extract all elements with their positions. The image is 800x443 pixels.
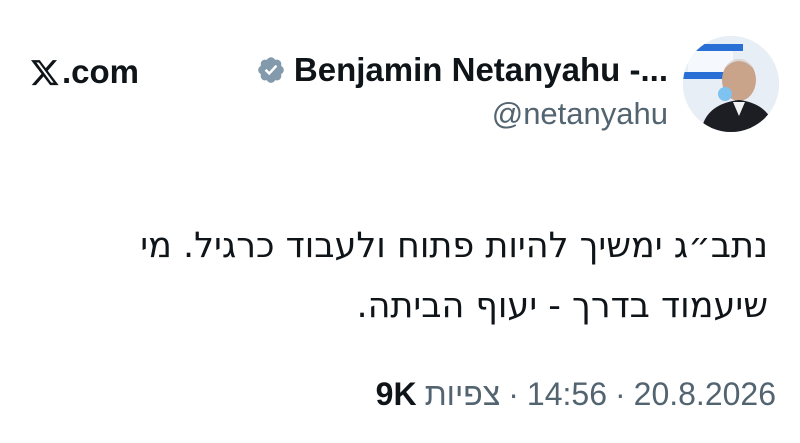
tweet-header: Benjamin Netanyahu -... @netanyahu bbox=[256, 50, 668, 134]
avatar-image bbox=[683, 36, 779, 132]
verified-badge-icon bbox=[258, 57, 284, 83]
tweet-date[interactable]: 20.8.2026 bbox=[634, 374, 776, 414]
x-logo-icon bbox=[31, 60, 59, 86]
views-label: צפיות bbox=[424, 376, 501, 412]
author-display-name[interactable]: Benjamin Netanyahu -... bbox=[294, 50, 668, 90]
meta-separator: · bbox=[614, 376, 626, 412]
meta-separator: · bbox=[508, 376, 519, 412]
avatar[interactable] bbox=[683, 36, 779, 132]
site-label: .com bbox=[30, 52, 139, 92]
site-domain: .com bbox=[62, 53, 140, 90]
tweet-line: שיעמוד בדרך - יעוף הביתה. bbox=[356, 286, 768, 326]
author-handle[interactable]: @netanyahu bbox=[256, 94, 668, 134]
tweet-line: נתב״ג ימשיך להיות פתוח ולעבוד כרגיל. מי bbox=[140, 226, 768, 266]
tweet-time[interactable]: 14:56 bbox=[527, 374, 607, 414]
views-count[interactable]: 9K bbox=[376, 374, 417, 414]
tweet-text: נתב״ג ימשיך להיות פתוח ולעבוד כרגיל. מי … bbox=[68, 216, 768, 336]
tweet-meta: 9K צפיות · 14:56 · 20.8.2026 bbox=[376, 374, 776, 414]
